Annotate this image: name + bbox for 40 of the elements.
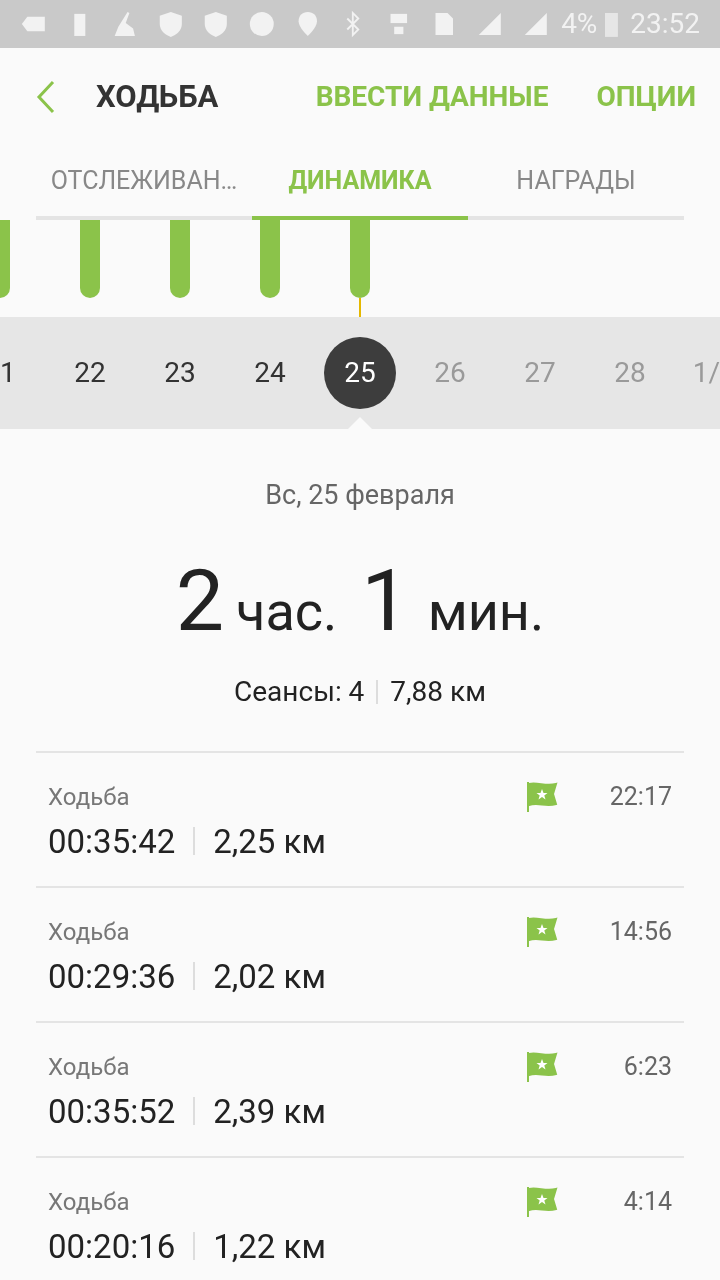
session-name: Ходьба xyxy=(48,781,130,813)
session-duration: 00:29:36 xyxy=(48,955,176,998)
hours-value: 2 xyxy=(175,548,225,653)
session-distance: 2,02 км xyxy=(213,955,326,998)
date-label: Вс, 25 февраля xyxy=(265,478,455,513)
session-duration: 00:20:16 xyxy=(48,1225,176,1268)
date-button[interactable]: 22 xyxy=(74,352,106,394)
minutes-value: 1 xyxy=(361,548,410,653)
date-button[interactable]: 23 xyxy=(164,352,196,394)
session-name: Ходьба xyxy=(48,1186,130,1218)
session-duration: 00:35:42 xyxy=(48,820,176,863)
session-time: 22:17 xyxy=(608,780,672,813)
screen-title: ХОДЬБА xyxy=(96,76,219,117)
minutes-unit: мин. xyxy=(427,578,545,645)
flag-icon xyxy=(526,914,558,949)
session-time: 4:14 xyxy=(622,1185,672,1218)
date-button[interactable]: 1 xyxy=(0,352,16,394)
session-time: 6:23 xyxy=(622,1050,672,1083)
hours-unit: час. xyxy=(236,578,338,645)
session-duration: 00:35:52 xyxy=(48,1090,176,1133)
shield-icon xyxy=(202,9,230,39)
battery-icon xyxy=(605,10,619,38)
session-row[interactable]: Ходьба 14:56 00:29:36 2,02 км xyxy=(36,887,684,1023)
flag-icon xyxy=(526,1049,558,1084)
marker-line xyxy=(359,298,361,317)
session-row[interactable]: Ходьба 22:17 00:35:42 2,25 км xyxy=(36,752,684,888)
session-distance: 2,39 км xyxy=(213,1090,326,1133)
session-distance: 2,25 км xyxy=(213,820,326,863)
date-button[interactable]: 25 xyxy=(324,337,396,409)
sessions-count: Сеансы: 4 xyxy=(234,673,365,710)
session-name: Ходьба xyxy=(48,916,130,948)
total-distance: 7,88 км xyxy=(390,673,486,710)
date-button[interactable]: 24 xyxy=(254,352,286,394)
flag-icon xyxy=(526,1184,558,1219)
session-row[interactable]: Ходьба 4:14 00:20:16 1,22 км xyxy=(36,1157,684,1280)
session-time: 14:56 xyxy=(608,915,672,948)
session-distance: 1,22 км xyxy=(213,1225,326,1268)
session-name: Ходьба xyxy=(48,1051,130,1083)
flag-icon xyxy=(526,779,558,814)
session-row[interactable]: Ходьба 6:23 00:35:52 2,39 км xyxy=(36,1022,684,1158)
